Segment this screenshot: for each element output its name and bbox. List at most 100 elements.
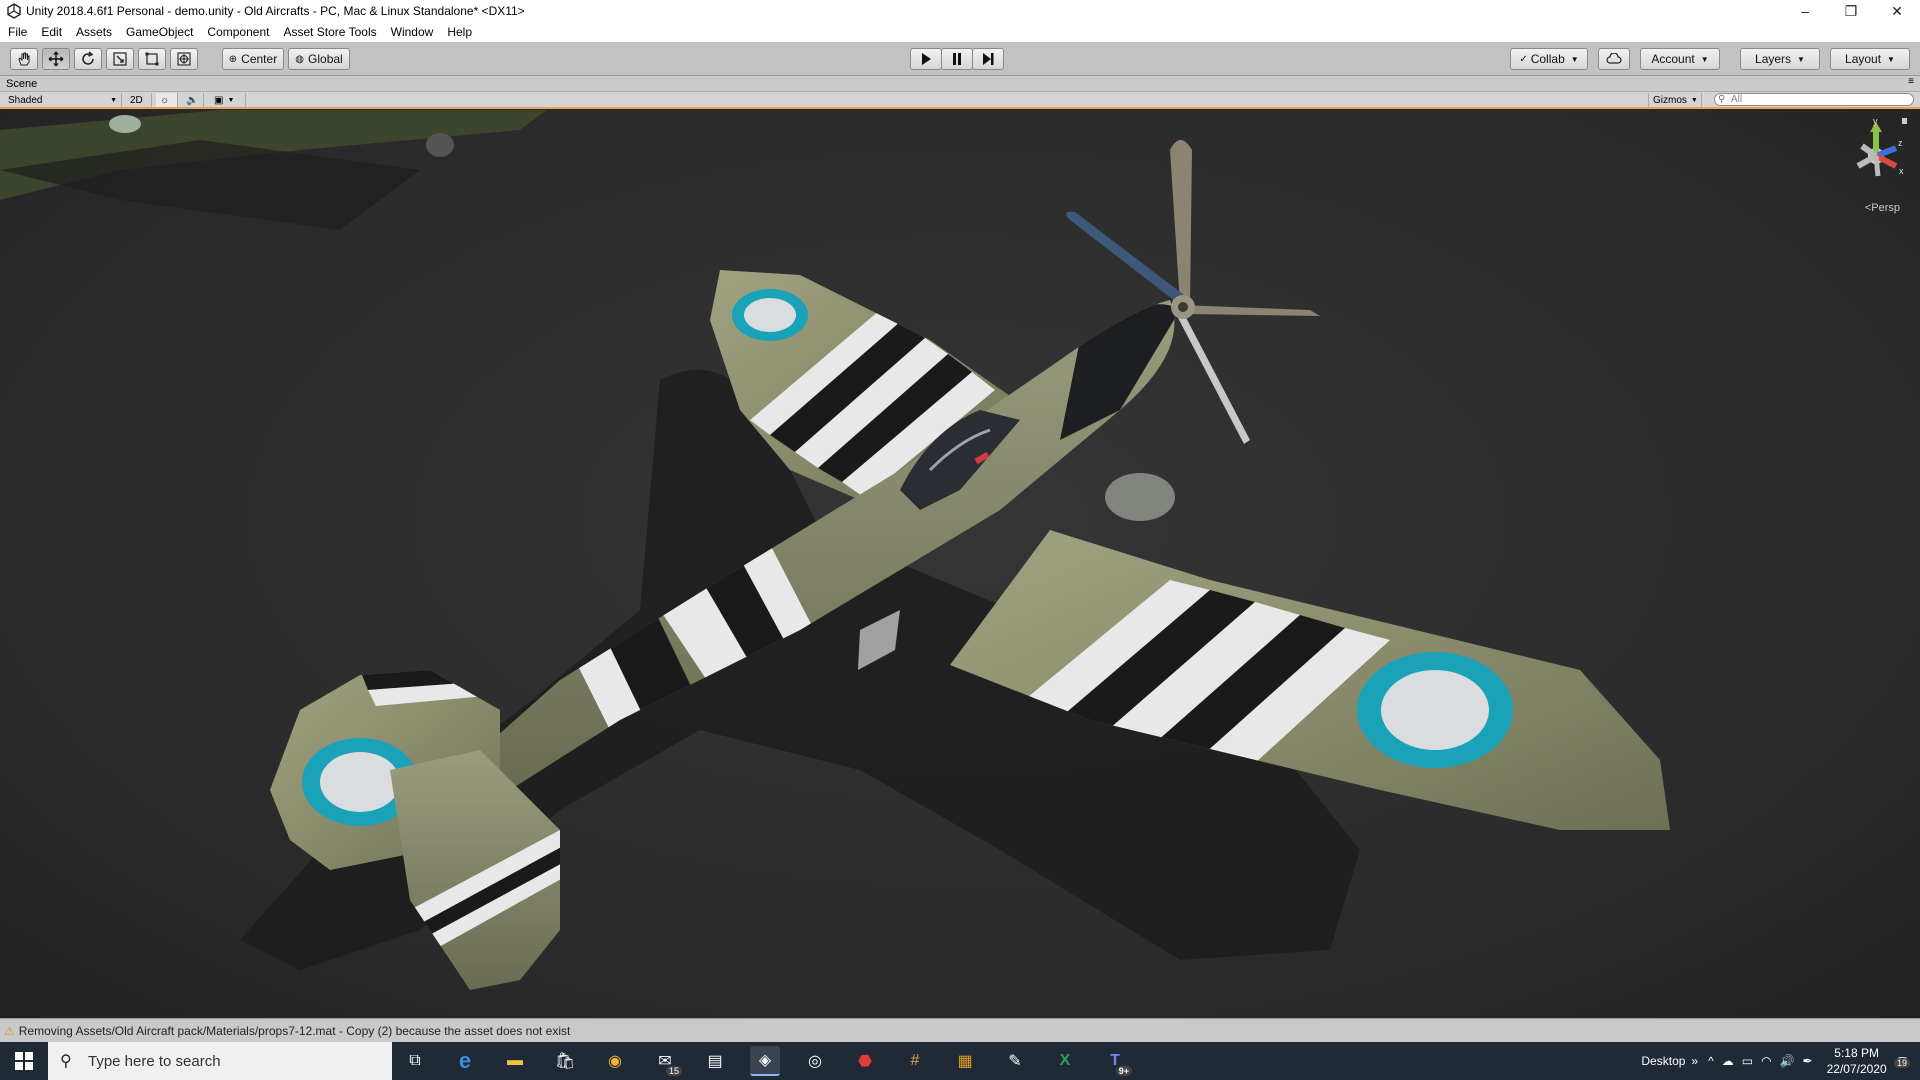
chevron-down-icon: ▼: [1690, 96, 1698, 104]
hand-icon: [18, 52, 30, 66]
menu-help[interactable]: Help: [447, 25, 472, 39]
unity-taskbar-icon[interactable]: ◈: [750, 1046, 780, 1076]
axis-x-label: x: [1899, 166, 1904, 176]
winrar-icon[interactable]: ▦: [950, 1046, 980, 1076]
draw-mode-dropdown[interactable]: Shaded ▼: [4, 93, 122, 107]
taskbar-search-placeholder: Type here to search: [88, 1052, 221, 1070]
pen-icon[interactable]: ✒: [1803, 1054, 1813, 1068]
chevron-down-icon: ▼: [1700, 54, 1709, 64]
search-icon: ⚲: [60, 1053, 72, 1070]
volume-icon[interactable]: 🔊: [1780, 1054, 1795, 1068]
clock-time: 5:18 PM: [1834, 1046, 1879, 1060]
step-icon: [983, 53, 994, 65]
slack-icon[interactable]: #: [900, 1046, 930, 1076]
chevron-up-icon[interactable]: ^: [1708, 1054, 1714, 1068]
aircraft-render: [0, 110, 1670, 990]
play-button[interactable]: [910, 48, 942, 70]
chevron-down-icon: ▼: [227, 96, 235, 104]
unity-logo-icon: [7, 3, 21, 19]
pause-button[interactable]: [941, 48, 973, 70]
red-app-icon[interactable]: ⬣: [850, 1046, 880, 1076]
clock[interactable]: 5:18 PM 22/07/2020: [1827, 1045, 1887, 1077]
chevron-down-icon: ▼: [1570, 54, 1579, 64]
onedrive-icon[interactable]: ☁: [1722, 1054, 1734, 1068]
account-dropdown[interactable]: Account ▼: [1640, 48, 1720, 70]
lighting-toggle[interactable]: ☼: [156, 93, 178, 107]
remote-desktop-icon[interactable]: ▤: [700, 1046, 730, 1076]
toggle-2d-button[interactable]: 2D: [126, 93, 152, 107]
axis-z-label: z: [1898, 138, 1903, 148]
menu-bar: File Edit Assets GameObject Component As…: [0, 22, 1920, 42]
collab-button[interactable]: ✓ Collab ▼: [1510, 48, 1588, 70]
menu-window[interactable]: Window: [391, 25, 434, 39]
hand-tool-button[interactable]: [10, 48, 38, 70]
pivot-global-button[interactable]: ◍ Global: [288, 48, 350, 70]
file-explorer-icon[interactable]: ▬: [500, 1046, 530, 1076]
search-icon: ⚲: [1718, 94, 1726, 105]
steam-icon[interactable]: ◎: [800, 1046, 830, 1076]
teams-badge: 9+: [1115, 1066, 1132, 1076]
global-label: Global: [308, 52, 343, 66]
console-status-bar[interactable]: ⚠ Removing Assets/Old Aircraft pack/Mate…: [0, 1018, 1920, 1042]
chevron-right-icon[interactable]: »: [1691, 1054, 1698, 1068]
move-tool-button[interactable]: [42, 48, 70, 70]
teams-icon[interactable]: T 9+: [1100, 1046, 1132, 1076]
projection-label[interactable]: <Persp: [1865, 202, 1900, 214]
system-tray: Desktop » ^ ☁ ▭ ◠ 🔊 ✒ 5:18 PM 22/07/2020…: [1641, 1042, 1920, 1080]
image-icon: ▣: [214, 94, 224, 106]
store-icon[interactable]: 🛍: [550, 1046, 580, 1076]
rect-transform-icon: [145, 52, 159, 66]
main-toolbar: ⊕ Center ◍ Global ✓ Collab ▼ Account ▼ Layers…: [0, 42, 1920, 76]
audio-toggle[interactable]: 🔈: [182, 93, 204, 107]
effects-dropdown[interactable]: ▣ ▼: [210, 93, 246, 107]
mode-2d-label: 2D: [130, 94, 143, 106]
menu-file[interactable]: File: [8, 25, 27, 39]
excel-icon[interactable]: X: [1050, 1046, 1080, 1076]
search-placeholder: All: [1731, 94, 1743, 105]
lock-icon[interactable]: [1902, 118, 1907, 124]
mail-badge: 15: [665, 1066, 682, 1076]
title-bar: Unity 2018.4.6f1 Personal - demo.unity -…: [0, 0, 1920, 22]
layout-dropdown[interactable]: Layout ▼: [1830, 48, 1910, 70]
tab-menu-icon[interactable]: ≡: [1908, 76, 1914, 87]
edge-browser-icon[interactable]: e: [450, 1046, 480, 1076]
wifi-icon[interactable]: ◠: [1761, 1054, 1771, 1068]
menu-assets[interactable]: Assets: [76, 25, 112, 39]
scene-search-input[interactable]: ⚲ All: [1714, 93, 1914, 106]
menu-asset-store-tools[interactable]: Asset Store Tools: [283, 25, 376, 39]
paint-icon[interactable]: ✎: [1000, 1046, 1030, 1076]
layers-dropdown[interactable]: Layers ▼: [1740, 48, 1820, 70]
scale-tool-button[interactable]: [106, 48, 134, 70]
collab-label: Collab: [1530, 52, 1565, 66]
close-button[interactable]: ✕: [1874, 0, 1920, 22]
rotate-tool-button[interactable]: [74, 48, 102, 70]
desktop-toolbar-label[interactable]: Desktop: [1641, 1054, 1685, 1068]
gizmos-label: Gizmos: [1653, 94, 1687, 106]
account-label: Account: [1651, 52, 1695, 66]
pivot-center-button[interactable]: ⊕ Center: [222, 48, 284, 70]
gizmos-dropdown[interactable]: Gizmos ▼: [1648, 93, 1702, 107]
chrome-icon[interactable]: ◉: [600, 1046, 630, 1076]
orientation-gizmo[interactable]: y z x: [1848, 116, 1908, 206]
battery-icon[interactable]: ▭: [1742, 1054, 1753, 1068]
scale-icon: [113, 52, 127, 66]
menu-component[interactable]: Component: [207, 25, 269, 39]
transform-tool-button[interactable]: [170, 48, 198, 70]
minimize-button[interactable]: –: [1782, 0, 1828, 22]
scene-viewport[interactable]: y z x <Persp: [0, 110, 1920, 1018]
rect-tool-button[interactable]: [138, 48, 166, 70]
cloud-button[interactable]: [1598, 48, 1630, 70]
task-view-icon[interactable]: ⧉: [400, 1046, 430, 1076]
menu-gameobject[interactable]: GameObject: [126, 25, 193, 39]
draw-mode-label: Shaded: [8, 94, 43, 106]
start-button[interactable]: [0, 1042, 48, 1080]
restore-button[interactable]: ❐: [1828, 0, 1874, 22]
background-aircraft: [0, 110, 547, 230]
scene-tab[interactable]: Scene ≡: [0, 76, 1920, 92]
mail-icon[interactable]: ✉ 15: [650, 1046, 682, 1076]
menu-edit[interactable]: Edit: [41, 25, 62, 39]
step-button[interactable]: [972, 48, 1004, 70]
taskbar-search-box[interactable]: ⚲ Type here to search: [48, 1042, 392, 1080]
notification-center-icon[interactable]: ▢19: [1893, 1054, 1910, 1068]
chevron-down-icon: ▼: [1887, 54, 1895, 64]
